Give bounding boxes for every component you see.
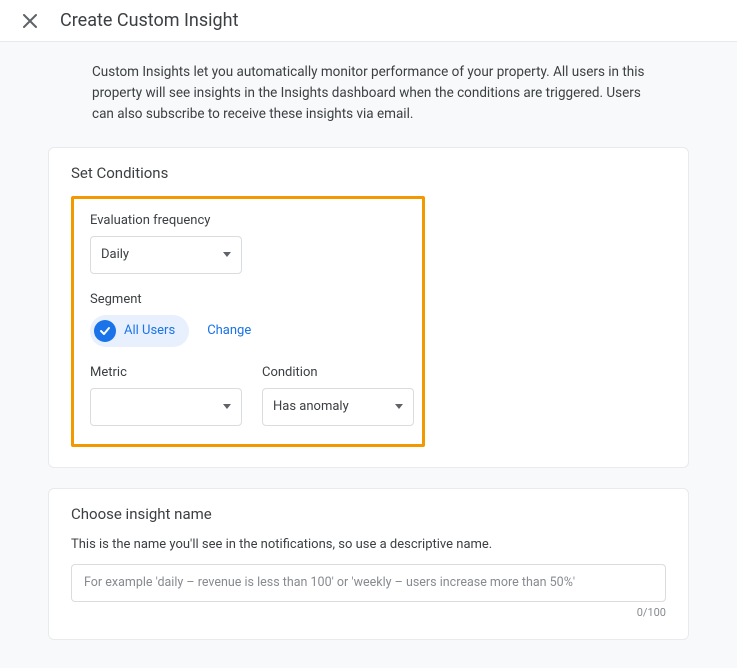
check-icon (94, 320, 116, 342)
segment-label: Segment (90, 292, 406, 307)
conditions-highlight-box: Evaluation frequency Daily Segment All U… (71, 196, 425, 447)
eval-frequency-dropdown[interactable]: Daily (90, 236, 242, 274)
change-segment-link[interactable]: Change (207, 323, 251, 338)
segment-chip-label: All Users (124, 323, 175, 338)
eval-frequency-label: Evaluation frequency (90, 213, 406, 228)
name-intro: This is the name you'll see in the notif… (71, 537, 666, 552)
condition-value: Has anomaly (273, 399, 349, 414)
condition-dropdown[interactable]: Has anomaly (262, 388, 414, 426)
dialog-header: Create Custom Insight (0, 0, 737, 42)
chevron-down-icon (223, 404, 231, 409)
content-area: Custom Insights let you automatically mo… (0, 42, 737, 668)
intro-text: Custom Insights let you automatically mo… (92, 62, 645, 125)
choose-name-title: Choose insight name (49, 489, 688, 537)
metric-label: Metric (90, 365, 242, 380)
char-counter: 0/100 (71, 606, 666, 619)
page-title: Create Custom Insight (60, 10, 238, 31)
set-conditions-card: Set Conditions Evaluation frequency Dail… (48, 147, 689, 468)
eval-frequency-value: Daily (101, 247, 129, 262)
chevron-down-icon (223, 252, 231, 257)
condition-label: Condition (262, 365, 414, 380)
set-conditions-title: Set Conditions (49, 148, 688, 196)
chevron-down-icon (395, 404, 403, 409)
segment-chip[interactable]: All Users (90, 315, 189, 347)
choose-name-card: Choose insight name This is the name you… (48, 488, 689, 640)
close-icon[interactable] (20, 11, 40, 31)
insight-name-input[interactable] (71, 564, 666, 602)
metric-dropdown[interactable] (90, 388, 242, 426)
